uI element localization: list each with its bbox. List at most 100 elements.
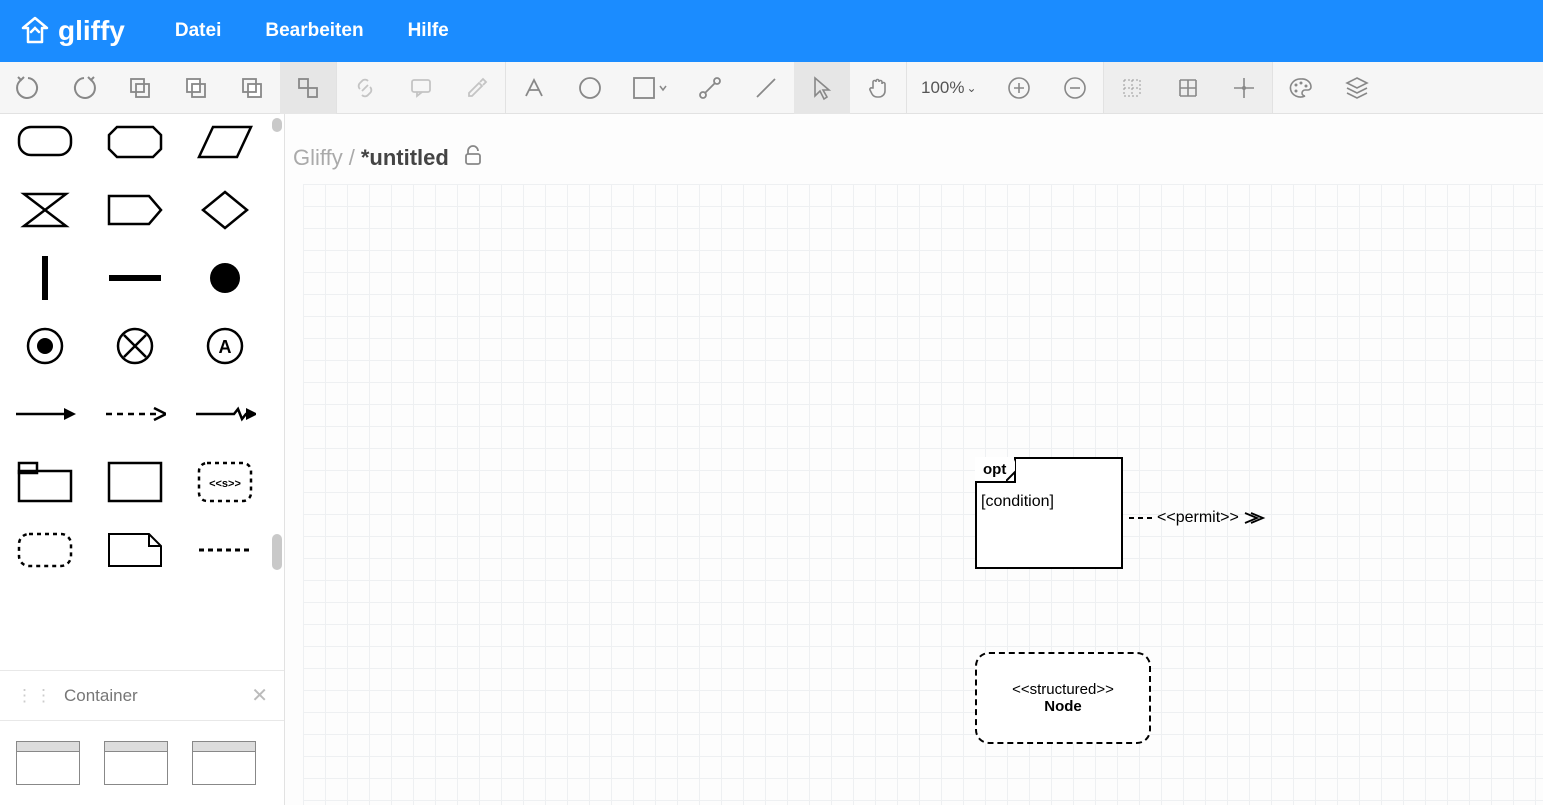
line-tool-button[interactable]	[738, 62, 794, 114]
shape-a-circle-icon[interactable]: A	[194, 324, 256, 368]
snap-grid-icon	[1120, 76, 1144, 100]
shape-rect-icon[interactable]	[104, 460, 166, 504]
zoom-in-button[interactable]	[991, 62, 1047, 114]
shape-rounded-rect-icon[interactable]	[14, 120, 76, 164]
shape-filled-circle-icon[interactable]	[194, 256, 256, 300]
shape-window-icon[interactable]	[104, 741, 168, 785]
menu-file[interactable]: Datei	[175, 20, 221, 42]
shape-dashed-arrow-icon[interactable]	[104, 392, 166, 436]
shape-dashed-line-icon[interactable]	[194, 528, 256, 572]
grid-icon	[1176, 76, 1200, 100]
app-header: gliffy Datei Bearbeiten Hilfe	[0, 0, 1543, 62]
open-arrowhead-icon	[1243, 511, 1267, 525]
rect-icon	[632, 76, 668, 100]
main-menu: Datei Bearbeiten Hilfe	[175, 20, 449, 42]
copy-button[interactable]	[112, 62, 168, 114]
menu-help[interactable]: Hilfe	[408, 20, 449, 42]
connector-tool-button[interactable]	[682, 62, 738, 114]
logo-icon	[20, 16, 50, 46]
dashed-line-icon	[1129, 513, 1153, 523]
shape-trapezoid-icon[interactable]	[194, 120, 256, 164]
pan-tool-button[interactable]	[850, 62, 906, 114]
hand-icon	[866, 76, 890, 100]
breadcrumb-root[interactable]: Gliffy	[293, 145, 343, 171]
sidebar-scrollbar[interactable]	[268, 114, 284, 805]
shape-solid-arrow-icon[interactable]	[14, 392, 76, 436]
chevron-down-icon: ⌄	[966, 81, 976, 95]
shape-hourglass-icon[interactable]	[14, 188, 76, 232]
unlock-icon[interactable]	[463, 144, 483, 172]
copy-icon	[128, 76, 152, 100]
circle-icon	[577, 75, 603, 101]
shape-target-icon[interactable]	[14, 324, 76, 368]
snap-grid-button[interactable]	[1104, 62, 1160, 114]
group-icon	[296, 76, 320, 100]
shape-vertical-bar-icon[interactable]	[14, 256, 76, 300]
shape-note-icon[interactable]	[104, 528, 166, 572]
menu-edit[interactable]: Bearbeiten	[265, 20, 363, 42]
theme-button[interactable]	[1273, 62, 1329, 114]
structured-name: Node	[1044, 698, 1082, 715]
minus-circle-icon	[1063, 76, 1087, 100]
layers-button[interactable]	[1329, 62, 1385, 114]
shape-signal-icon[interactable]	[104, 188, 166, 232]
structured-stereotype: <<structured>>	[1012, 681, 1114, 698]
scroll-thumb[interactable]	[272, 534, 282, 570]
pointer-tool-button[interactable]	[794, 62, 850, 114]
shape-dashed-round-rect-icon[interactable]	[14, 528, 76, 572]
comment-button	[393, 62, 449, 114]
palette-icon	[1288, 76, 1314, 100]
drag-handle-icon[interactable]: ⋮⋮	[16, 686, 54, 706]
redo-button[interactable]	[56, 62, 112, 114]
zoom-out-button[interactable]	[1047, 62, 1103, 114]
link-icon	[353, 76, 377, 100]
text-tool-button[interactable]	[506, 62, 562, 114]
breadcrumb: Gliffy / *untitled	[293, 144, 483, 172]
send-back-icon	[240, 76, 264, 100]
shape-window-icon[interactable]	[192, 741, 256, 785]
shape-horizontal-bar-icon[interactable]	[104, 256, 166, 300]
category-label: Container	[64, 686, 138, 706]
canvas[interactable]: Gliffy / *untitled opt [condition] <<per…	[285, 114, 1543, 805]
shape-chamfer-rect-icon[interactable]	[104, 120, 166, 164]
shape-panel[interactable]: A <<s>>	[0, 114, 284, 670]
show-grid-button[interactable]	[1160, 62, 1216, 114]
shape-x-circle-icon[interactable]	[104, 324, 166, 368]
diagram-opt-frame[interactable]: opt [condition]	[975, 457, 1123, 569]
close-category-icon[interactable]: ✕	[251, 683, 268, 708]
rect-tool-button[interactable]	[618, 62, 682, 114]
scroll-up-icon[interactable]	[272, 118, 282, 132]
bring-front-button[interactable]	[168, 62, 224, 114]
app-name: gliffy	[58, 15, 125, 47]
tab-corner-icon	[1006, 457, 1016, 481]
shape-zigzag-arrow-icon[interactable]	[194, 392, 256, 436]
circle-tool-button[interactable]	[562, 62, 618, 114]
send-back-button[interactable]	[224, 62, 280, 114]
snap-guides-button[interactable]	[1216, 62, 1272, 114]
text-icon	[522, 76, 546, 100]
shapes-sidebar: A <<s>> ⋮⋮ Conta	[0, 114, 285, 805]
app-logo[interactable]: gliffy	[20, 15, 125, 47]
permit-label[interactable]: <<permit>>	[1157, 509, 1239, 527]
connector-icon	[697, 75, 723, 101]
zoom-level[interactable]: 100% ⌄	[907, 78, 991, 98]
opt-tag-label: opt	[983, 461, 1006, 478]
opt-condition-label[interactable]: [condition]	[981, 493, 1054, 511]
category-header-container[interactable]: ⋮⋮ Container ✕	[0, 670, 284, 721]
shape-window-icon[interactable]	[16, 741, 80, 785]
group-button[interactable]	[280, 62, 336, 114]
shape-diamond-icon[interactable]	[194, 188, 256, 232]
workspace: A <<s>> ⋮⋮ Conta	[0, 114, 1543, 805]
diagram-structured-node[interactable]: <<structured>> Node	[975, 652, 1151, 744]
comment-icon	[409, 76, 433, 100]
undo-button[interactable]	[0, 62, 56, 114]
shape-stereotype-icon[interactable]: <<s>>	[194, 460, 256, 504]
document-title[interactable]: *untitled	[361, 145, 449, 171]
breadcrumb-sep: /	[349, 145, 355, 171]
diagram-permit-arrow[interactable]: <<permit>>	[1129, 509, 1267, 527]
redo-icon	[71, 75, 97, 101]
eyedropper-icon	[465, 76, 489, 100]
opt-frame-tag[interactable]: opt	[975, 457, 1016, 483]
svg-text:A: A	[219, 337, 232, 357]
shape-package-icon[interactable]	[14, 460, 76, 504]
